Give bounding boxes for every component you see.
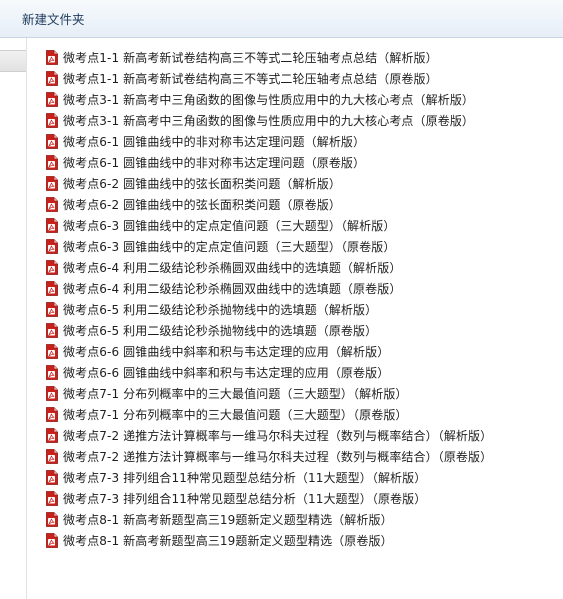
file-item[interactable]: 微考点6-2 圆锥曲线中的弦长面积类问题（原卷版） (45, 194, 492, 215)
file-name: 微考点6-2 圆锥曲线中的弦长面积类问题（解析版） (63, 177, 341, 191)
file-name: 微考点3-1 新高考中三角函数的图像与性质应用中的九大核心考点（解析版） (63, 93, 475, 107)
file-name: 微考点6-5 利用二级结论秒杀抛物线中的选填题（原卷版） (63, 324, 378, 338)
file-item[interactable]: 微考点1-1 新高考新试卷结构高三不等式二轮压轴考点总结（原卷版） (45, 68, 492, 89)
file-item[interactable]: 微考点6-5 利用二级结论秒杀抛物线中的选填题（解析版） (45, 299, 492, 320)
navigation-selected-item[interactable] (0, 50, 26, 72)
pdf-icon (46, 428, 58, 443)
file-name: 微考点6-6 圆锥曲线中斜率和积与韦达定理的应用（原卷版） (63, 366, 390, 380)
pdf-icon (46, 512, 58, 527)
pdf-icon (46, 407, 58, 422)
file-name: 微考点8-1 新高考新题型高三19题新定义题型精选（原卷版） (63, 534, 393, 548)
file-item[interactable]: 微考点6-5 利用二级结论秒杀抛物线中的选填题（原卷版） (45, 320, 492, 341)
file-item[interactable]: 微考点7-1 分布列概率中的三大最值问题（三大题型）（原卷版） (45, 404, 492, 425)
file-name: 微考点7-2 递推方法计算概率与一维马尔科夫过程（数列与概率结合）（解析版） (63, 429, 493, 443)
navigation-pane (0, 38, 27, 599)
pdf-icon (46, 176, 58, 191)
pdf-icon (46, 302, 58, 317)
pdf-icon (46, 470, 58, 485)
file-item[interactable]: 微考点7-2 递推方法计算概率与一维马尔科夫过程（数列与概率结合）（原卷版） (45, 446, 492, 467)
pdf-icon (46, 281, 58, 296)
file-item[interactable]: 微考点6-2 圆锥曲线中的弦长面积类问题（解析版） (45, 173, 492, 194)
pdf-icon (46, 260, 58, 275)
file-name: 微考点6-4 利用二级结论秒杀椭圆双曲线中的选填题（原卷版） (63, 282, 402, 296)
pdf-icon (46, 449, 58, 464)
file-name: 微考点6-3 圆锥曲线中的定点定值问题（三大题型）（原卷版） (63, 240, 396, 254)
pdf-icon (46, 344, 58, 359)
file-item[interactable]: 微考点7-1 分布列概率中的三大最值问题（三大题型）（解析版） (45, 383, 492, 404)
file-item[interactable]: 微考点3-1 新高考中三角函数的图像与性质应用中的九大核心考点（原卷版） (45, 110, 492, 131)
file-name: 微考点7-1 分布列概率中的三大最值问题（三大题型）（原卷版） (63, 408, 408, 422)
file-item[interactable]: 微考点6-6 圆锥曲线中斜率和积与韦达定理的应用（原卷版） (45, 362, 492, 383)
file-name: 微考点3-1 新高考中三角函数的图像与性质应用中的九大核心考点（原卷版） (63, 114, 475, 128)
file-item[interactable]: 微考点7-2 递推方法计算概率与一维马尔科夫过程（数列与概率结合）（解析版） (45, 425, 492, 446)
file-name: 微考点1-1 新高考新试卷结构高三不等式二轮压轴考点总结（解析版） (63, 51, 438, 65)
file-name: 微考点8-1 新高考新题型高三19题新定义题型精选（解析版） (63, 513, 393, 527)
file-item[interactable]: 微考点6-3 圆锥曲线中的定点定值问题（三大题型）（原卷版） (45, 236, 492, 257)
file-name: 微考点7-1 分布列概率中的三大最值问题（三大题型）（解析版） (63, 387, 408, 401)
file-name: 微考点6-5 利用二级结论秒杀抛物线中的选填题（解析版） (63, 303, 378, 317)
pdf-icon (46, 50, 58, 65)
pdf-icon (46, 491, 58, 506)
pdf-icon (46, 218, 58, 233)
file-item[interactable]: 微考点6-4 利用二级结论秒杀椭圆双曲线中的选填题（原卷版） (45, 278, 492, 299)
file-item[interactable]: 微考点7-3 排列组合11种常见题型总结分析（11大题型）（解析版） (45, 467, 492, 488)
pdf-icon (46, 323, 58, 338)
file-item[interactable]: 微考点6-1 圆锥曲线中的非对称韦达定理问题（原卷版） (45, 152, 492, 173)
file-name: 微考点7-3 排列组合11种常见题型总结分析（11大题型）（解析版） (63, 471, 427, 485)
file-item[interactable]: 微考点6-1 圆锥曲线中的非对称韦达定理问题（解析版） (45, 131, 492, 152)
toolbar: 新建文件夹 (0, 0, 563, 38)
pdf-icon (46, 533, 58, 548)
file-name: 微考点6-3 圆锥曲线中的定点定值问题（三大题型）（解析版） (63, 219, 396, 233)
file-list: 微考点1-1 新高考新试卷结构高三不等式二轮压轴考点总结（解析版） 微考点1-1 … (45, 47, 492, 551)
pdf-icon (46, 92, 58, 107)
pdf-icon (46, 113, 58, 128)
file-item[interactable]: 微考点7-3 排列组合11种常见题型总结分析（11大题型）（原卷版） (45, 488, 492, 509)
pdf-icon (46, 71, 58, 86)
file-name: 微考点1-1 新高考新试卷结构高三不等式二轮压轴考点总结（原卷版） (63, 72, 438, 86)
new-folder-button[interactable]: 新建文件夹 (18, 11, 89, 29)
file-name: 微考点6-1 圆锥曲线中的非对称韦达定理问题（解析版） (63, 135, 366, 149)
file-name: 微考点6-1 圆锥曲线中的非对称韦达定理问题（原卷版） (63, 156, 366, 170)
file-item[interactable]: 微考点3-1 新高考中三角函数的图像与性质应用中的九大核心考点（解析版） (45, 89, 492, 110)
pdf-icon (46, 155, 58, 170)
file-name: 微考点7-2 递推方法计算概率与一维马尔科夫过程（数列与概率结合）（原卷版） (63, 450, 493, 464)
pdf-icon (46, 134, 58, 149)
file-item[interactable]: 微考点6-4 利用二级结论秒杀椭圆双曲线中的选填题（解析版） (45, 257, 492, 278)
file-item[interactable]: 微考点8-1 新高考新题型高三19题新定义题型精选（原卷版） (45, 530, 492, 551)
file-item[interactable]: 微考点8-1 新高考新题型高三19题新定义题型精选（解析版） (45, 509, 492, 530)
file-name: 微考点6-4 利用二级结论秒杀椭圆双曲线中的选填题（解析版） (63, 261, 402, 275)
pdf-icon (46, 386, 58, 401)
file-name: 微考点6-2 圆锥曲线中的弦长面积类问题（原卷版） (63, 198, 341, 212)
pdf-icon (46, 197, 58, 212)
file-name: 微考点6-6 圆锥曲线中斜率和积与韦达定理的应用（解析版） (63, 345, 390, 359)
file-item[interactable]: 微考点6-3 圆锥曲线中的定点定值问题（三大题型）（解析版） (45, 215, 492, 236)
file-item[interactable]: 微考点6-6 圆锥曲线中斜率和积与韦达定理的应用（解析版） (45, 341, 492, 362)
pdf-icon (46, 239, 58, 254)
pdf-icon (46, 365, 58, 380)
file-item[interactable]: 微考点1-1 新高考新试卷结构高三不等式二轮压轴考点总结（解析版） (45, 47, 492, 68)
file-name: 微考点7-3 排列组合11种常见题型总结分析（11大题型）（原卷版） (63, 492, 427, 506)
